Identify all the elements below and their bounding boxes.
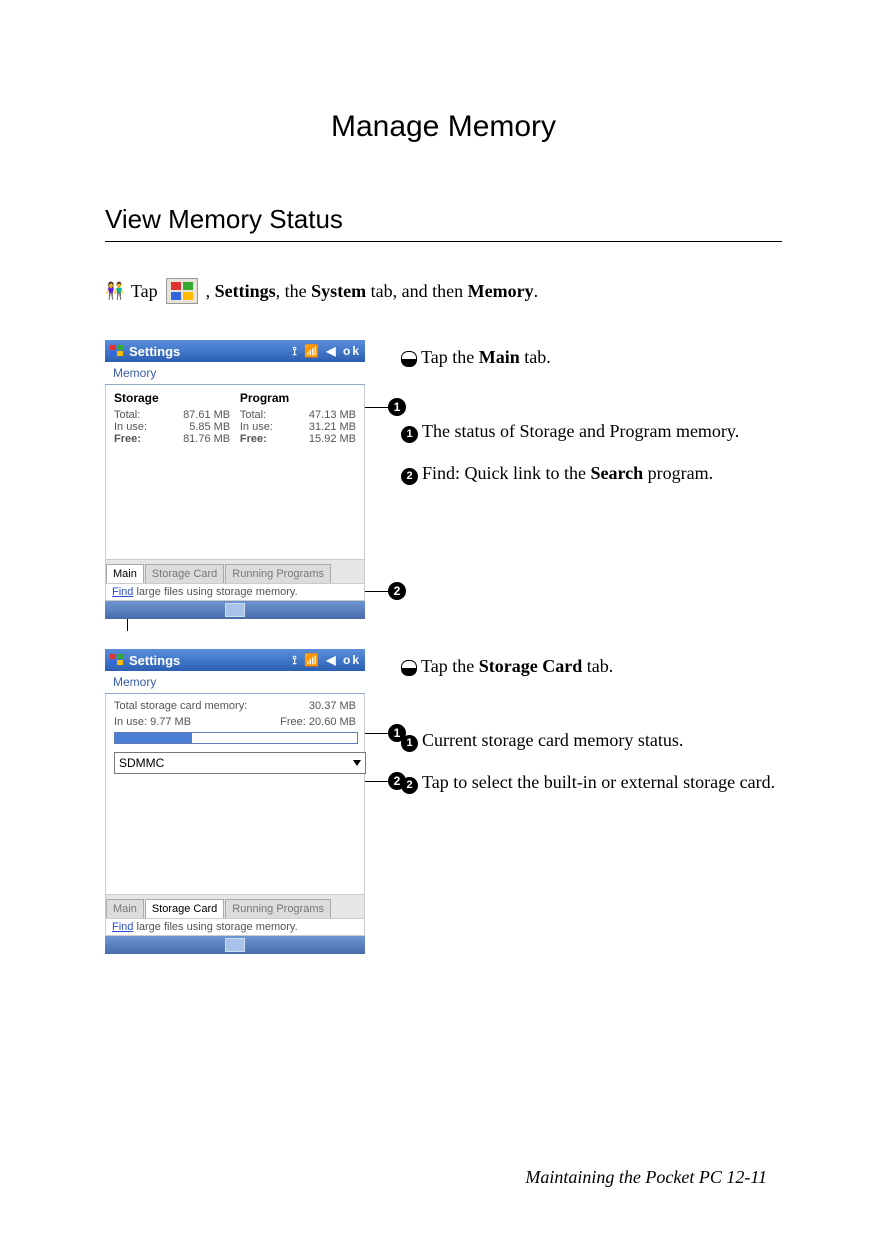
- chevron-down-icon: [353, 760, 361, 766]
- anno-text: Current storage card memory status.: [422, 730, 683, 750]
- callout-marker-2: 2: [388, 772, 406, 790]
- find-text: large files using storage memory.: [133, 586, 297, 598]
- storage-heading: Storage: [114, 391, 230, 405]
- anno-card-1: 1Current storage card memory status.: [401, 723, 782, 757]
- anno-card-c: Tap the Storage Card tab.: [401, 649, 782, 683]
- find-bar: Find large files using storage memory.: [105, 919, 365, 936]
- find-link[interactable]: Find: [112, 586, 133, 598]
- label-total-card: Total storage card memory:: [114, 700, 247, 712]
- callout-marker-1: 1: [388, 724, 406, 742]
- find-link[interactable]: Find: [112, 921, 133, 933]
- anno-main-2: 2Find: Quick link to the Search program.: [401, 456, 782, 490]
- page-subheader: Memory: [105, 362, 365, 385]
- page-footer: Maintaining the Pocket PC 12-11: [525, 1167, 767, 1188]
- window-titlebar: Settings ⟟ 📶 ◀ ok: [105, 649, 365, 671]
- intro-line: 👫 Tap , Settings, the System tab, and th…: [105, 278, 782, 304]
- anno-card-2: 2Tap to select the built-in or external …: [401, 765, 782, 799]
- people-icon: 👫: [105, 281, 125, 301]
- tab-storage-card[interactable]: Storage Card: [145, 564, 224, 583]
- capsule-icon: [401, 351, 417, 365]
- value-storage-total: 87.61 MB: [183, 409, 230, 421]
- value-free: 20.60 MB: [309, 716, 356, 728]
- value-program-free: 15.92 MB: [309, 433, 356, 445]
- intro-rest: , Settings, the System tab, and then Mem…: [206, 281, 538, 302]
- anno-main-c: Tap the Main tab.: [401, 340, 782, 374]
- value-storage-inuse: 5.85 MB: [189, 421, 230, 433]
- label-inuse: In use:: [114, 421, 147, 433]
- screenshot-storage-card-tab: Settings ⟟ 📶 ◀ ok Memory Total storage c…: [105, 649, 365, 954]
- windows-flag-icon: [166, 278, 198, 304]
- usage-bar-fill: [115, 733, 192, 743]
- intro-tap: Tap: [131, 281, 158, 302]
- value-total-card: 30.37 MB: [309, 700, 356, 712]
- program-heading: Program: [240, 391, 356, 405]
- tab-storage-card[interactable]: Storage Card: [145, 899, 224, 918]
- anno-text: Tap to select the built-in or external s…: [422, 772, 775, 792]
- titlebar-text: Settings: [129, 653, 180, 668]
- bullet-2: 2: [401, 468, 418, 485]
- capsule-icon: [401, 660, 417, 674]
- titlebar-status-icons: ⟟ 📶 ◀ ok: [292, 344, 361, 359]
- page-subheader: Memory: [105, 671, 365, 694]
- find-bar: Find large files using storage memory.: [105, 584, 365, 601]
- section-rule: [105, 241, 782, 242]
- label-free: Free:: [240, 433, 267, 445]
- tab-running-programs[interactable]: Running Programs: [225, 899, 331, 918]
- label-free: Free:: [114, 433, 141, 445]
- label-inuse: In use:: [240, 421, 273, 433]
- section-heading: View Memory Status: [105, 204, 782, 235]
- callout-marker-1: 1: [388, 398, 406, 416]
- value-program-inuse: 31.21 MB: [309, 421, 356, 433]
- titlebar-text: Settings: [129, 344, 180, 359]
- usage-bar: [114, 732, 358, 744]
- bullet-1: 1: [401, 426, 418, 443]
- page-title: Manage Memory: [105, 110, 782, 144]
- label-total: Total:: [114, 409, 140, 421]
- windows-flag-icon: [109, 343, 125, 359]
- sip-bar: [105, 936, 365, 954]
- dropdown-value: SDMMC: [119, 756, 164, 770]
- keyboard-icon[interactable]: [225, 603, 245, 617]
- value-storage-free: 81.76 MB: [183, 433, 230, 445]
- sip-bar: [105, 601, 365, 619]
- value-inuse: 9.77 MB: [150, 716, 191, 728]
- label-total: Total:: [240, 409, 266, 421]
- anno-text: Find: Quick link to the Search program.: [422, 463, 713, 483]
- value-program-total: 47.13 MB: [309, 409, 356, 421]
- storage-card-dropdown[interactable]: SDMMC: [114, 752, 366, 774]
- window-titlebar: Settings ⟟ 📶 ◀ ok: [105, 340, 365, 362]
- tab-main[interactable]: Main: [106, 564, 144, 583]
- label-inuse: In use:: [114, 716, 147, 728]
- tab-running-programs[interactable]: Running Programs: [225, 564, 331, 583]
- find-text: large files using storage memory.: [133, 921, 297, 933]
- anno-main-1: 1The status of Storage and Program memor…: [401, 414, 782, 448]
- anno-text: The status of Storage and Program memory…: [422, 421, 739, 441]
- keyboard-icon[interactable]: [225, 938, 245, 952]
- label-free: Free:: [280, 716, 306, 728]
- titlebar-status-icons: ⟟ 📶 ◀ ok: [292, 653, 361, 668]
- callout-marker-2: 2: [388, 582, 406, 600]
- screenshot-main-tab: Settings ⟟ 📶 ◀ ok Memory Storage Total: 8…: [105, 340, 365, 619]
- tab-main[interactable]: Main: [106, 899, 144, 918]
- windows-flag-icon: [109, 652, 125, 668]
